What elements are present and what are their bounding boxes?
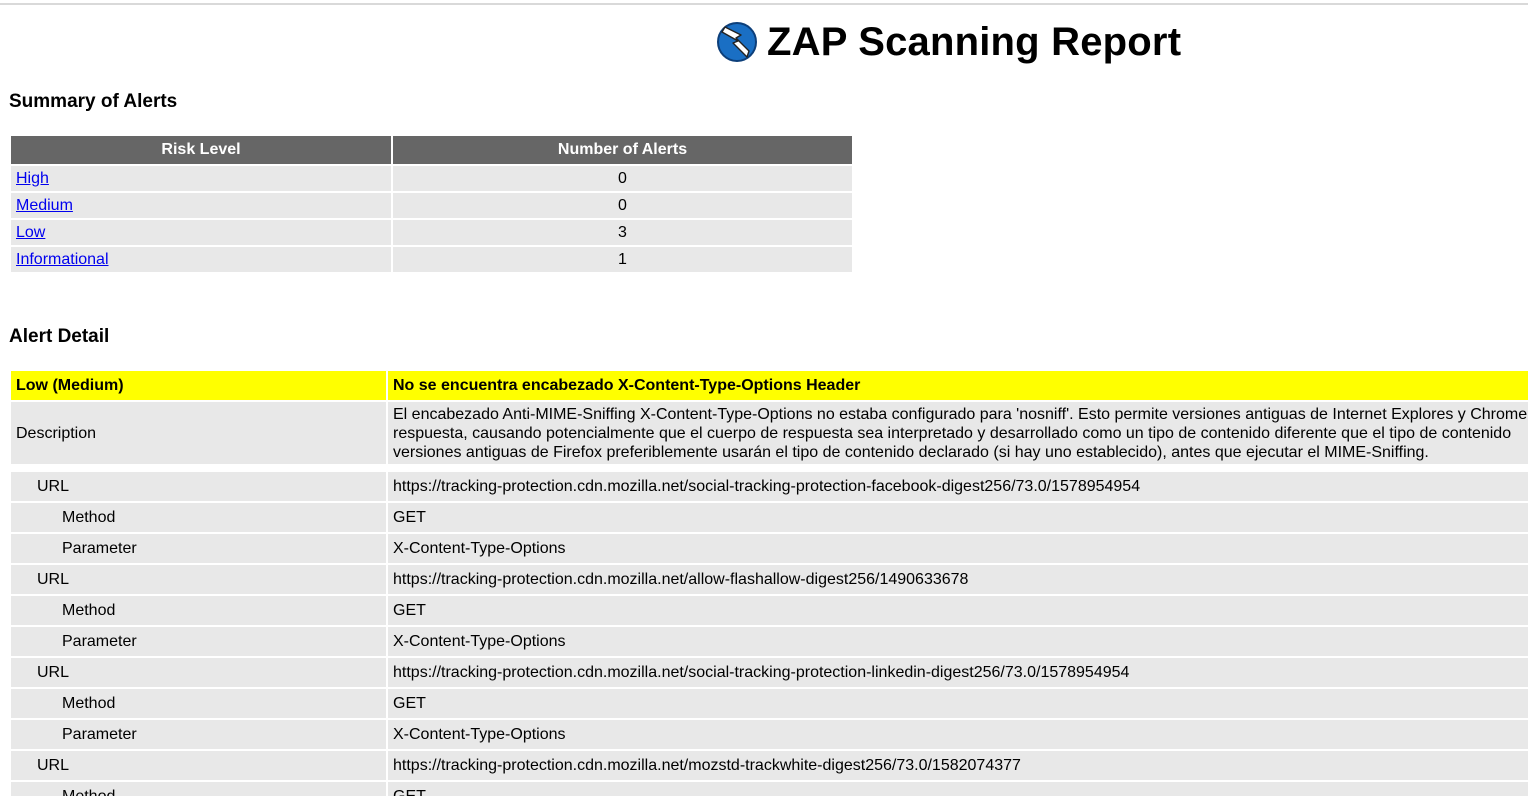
instance-parameter-row: Parameter X-Content-Type-Options: [11, 627, 1528, 656]
parameter-label: Parameter: [11, 627, 386, 656]
risk-link-medium[interactable]: Medium: [16, 197, 73, 214]
parameter-label: Parameter: [11, 720, 386, 749]
risk-link-informational[interactable]: Informational: [16, 251, 109, 268]
method-label: Method: [11, 503, 386, 532]
method-label: Method: [11, 782, 386, 796]
instance-method-row: Method GET: [11, 503, 1528, 532]
page-title: ZAP Scanning Report: [767, 19, 1182, 64]
description-line: versiones antiguas de Firefox preferible…: [393, 443, 1429, 461]
description-line: El encabezado Anti-MIME-Sniffing X-Conte…: [393, 405, 1528, 423]
top-divider: [0, 3, 1528, 5]
risk-link-low[interactable]: Low: [16, 224, 45, 241]
instance-url-row: URL https://tracking-protection.cdn.mozi…: [11, 751, 1528, 780]
alert-risk-level: Low (Medium): [11, 371, 386, 400]
alert-name: No se encuentra encabezado X-Content-Typ…: [388, 371, 1528, 400]
parameter-value: X-Content-Type-Options: [388, 720, 1528, 749]
method-label: Method: [11, 596, 386, 625]
summary-heading: Summary of Alerts: [9, 91, 178, 112]
summary-row-informational: Informational 1: [11, 247, 852, 272]
url-value: https://tracking-protection.cdn.mozilla.…: [388, 751, 1528, 780]
alert-description-row: Description El encabezado Anti-MIME-Snif…: [11, 402, 1528, 464]
url-label: URL: [11, 751, 386, 780]
summary-row-medium: Medium 0: [11, 193, 852, 218]
description-label: Description: [11, 402, 386, 464]
risk-link-high[interactable]: High: [16, 170, 49, 187]
instance-method-row: Method GET: [11, 596, 1528, 625]
summary-row-low: Low 3: [11, 220, 852, 245]
summary-header-row: Risk Level Number of Alerts: [11, 136, 852, 164]
parameter-value: X-Content-Type-Options: [388, 534, 1528, 563]
instance-method-row: Method GET: [11, 782, 1528, 796]
method-value: GET: [388, 596, 1528, 625]
instance-method-row: Method GET: [11, 689, 1528, 718]
instance-url-row: URL https://tracking-protection.cdn.mozi…: [11, 472, 1528, 501]
instance-parameter-row: Parameter X-Content-Type-Options: [11, 720, 1528, 749]
alert-header-row: Low (Medium) No se encuentra encabezado …: [11, 371, 1528, 400]
instance-url-row: URL https://tracking-protection.cdn.mozi…: [11, 658, 1528, 687]
report-header: ZAP Scanning Report: [716, 14, 1181, 70]
url-label: URL: [11, 472, 386, 501]
parameter-value: X-Content-Type-Options: [388, 627, 1528, 656]
summary-row-high: High 0: [11, 166, 852, 191]
url-label: URL: [11, 658, 386, 687]
zap-lightning-icon: [717, 22, 757, 62]
alert-count-medium: 0: [393, 193, 852, 218]
alert-count-informational: 1: [393, 247, 852, 272]
row-spacer: [11, 466, 1528, 470]
alert-count-low: 3: [393, 220, 852, 245]
number-of-alerts-header: Number of Alerts: [393, 136, 852, 164]
instance-url-row: URL https://tracking-protection.cdn.mozi…: [11, 565, 1528, 594]
instance-parameter-row: Parameter X-Content-Type-Options: [11, 534, 1528, 563]
method-value: GET: [388, 689, 1528, 718]
description-line: respuesta, causando potencialmente que e…: [393, 424, 1512, 442]
report-page: ZAP Scanning Report Summary of Alerts Ri…: [0, 0, 1528, 796]
risk-level-header: Risk Level: [11, 136, 391, 164]
url-value: https://tracking-protection.cdn.mozilla.…: [388, 472, 1528, 501]
url-value: https://tracking-protection.cdn.mozilla.…: [388, 565, 1528, 594]
alert-detail-heading: Alert Detail: [9, 326, 110, 347]
method-value: GET: [388, 782, 1528, 796]
summary-table: Risk Level Number of Alerts High 0 Mediu…: [9, 134, 854, 274]
parameter-label: Parameter: [11, 534, 386, 563]
alert-detail-table: Low (Medium) No se encuentra encabezado …: [9, 369, 1528, 796]
url-value: https://tracking-protection.cdn.mozilla.…: [388, 658, 1528, 687]
alert-count-high: 0: [393, 166, 852, 191]
method-value: GET: [388, 503, 1528, 532]
url-label: URL: [11, 565, 386, 594]
method-label: Method: [11, 689, 386, 718]
description-text: El encabezado Anti-MIME-Sniffing X-Conte…: [388, 402, 1528, 464]
